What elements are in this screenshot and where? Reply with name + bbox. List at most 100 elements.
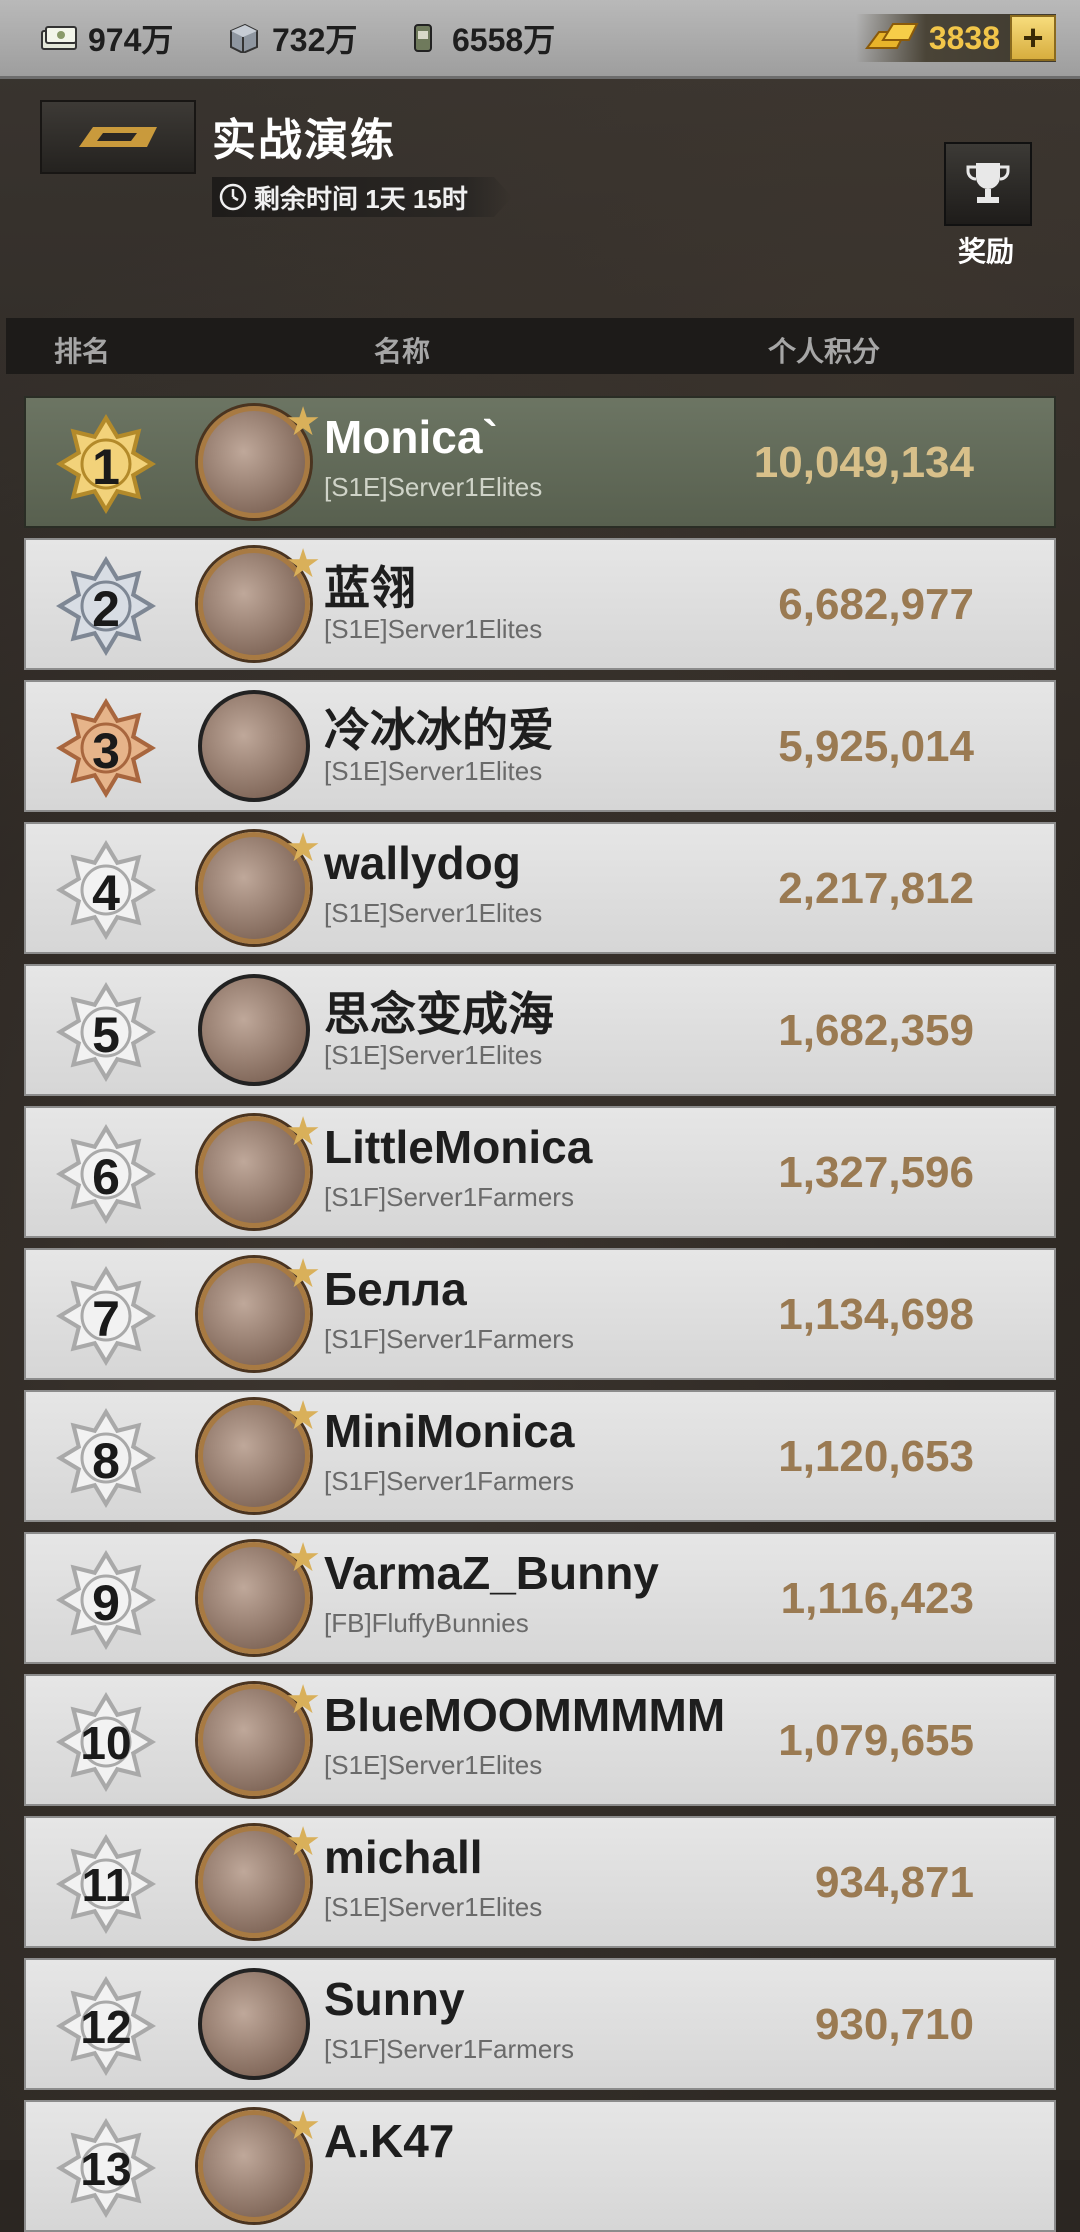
player-score: 1,120,653 xyxy=(778,1432,974,1481)
rank-number: 11 xyxy=(81,1859,131,1911)
gold-value: 3838 xyxy=(928,19,1000,56)
rank-number: 12 xyxy=(80,2001,132,2053)
rank-badge-icon: 11 xyxy=(54,1832,158,1936)
clock-icon xyxy=(218,182,248,212)
player-name: LittleMonica xyxy=(324,1121,593,1173)
rank-badge-icon: 4 xyxy=(54,838,158,942)
player-avatar[interactable]: ★ xyxy=(198,826,321,944)
leaderboard-row[interactable]: 11 ★ michall [S1E]Server1Elites 934,871 xyxy=(24,1816,1056,1948)
gold-resource[interactable]: 3838 + xyxy=(856,14,1056,62)
rank-column-label: 排名 xyxy=(54,336,111,367)
leaderboard-row[interactable]: 8 ★ MiniMonica [S1F]Server1Farmers 1,120,653 xyxy=(24,1390,1056,1522)
supplies-resource[interactable]: 6558万 xyxy=(404,14,555,62)
star-icon: ★ xyxy=(285,1110,321,1154)
player-guild: [S1F]Server1Farmers xyxy=(324,1324,574,1354)
rank-number: 4 xyxy=(92,865,120,921)
player-score: 5,925,014 xyxy=(778,722,974,771)
star-icon: ★ xyxy=(285,400,321,444)
leaderboard-row[interactable]: 5 思念变成海 [S1E]Server1Elites 1,682,359 xyxy=(24,964,1056,1096)
add-gold-button[interactable]: + xyxy=(1010,15,1056,61)
rank-badge-icon: 6 xyxy=(54,1122,158,1226)
player-guild: [S1E]Server1Elites xyxy=(324,898,543,928)
player-avatar[interactable] xyxy=(198,974,310,1086)
player-name: 思念变成海 xyxy=(324,988,554,1040)
rank-number: 10 xyxy=(80,1717,132,1769)
rank-number: 7 xyxy=(92,1291,120,1347)
player-avatar[interactable] xyxy=(198,1968,310,2080)
player-score: 2,217,812 xyxy=(778,864,974,913)
rank-badge-icon: 5 xyxy=(54,980,158,1084)
leaderboard-row[interactable]: 12 Sunny [S1F]Server1Farmers 930,710 xyxy=(24,1958,1056,2090)
star-icon: ★ xyxy=(285,1536,321,1580)
player-guild: [S1E]Server1Elites xyxy=(324,756,543,786)
player-guild: [FB]FluffyBunnies xyxy=(324,1608,529,1638)
rank-badge-icon: 2 xyxy=(54,554,158,658)
player-avatar[interactable]: ★ xyxy=(198,1252,321,1370)
player-score: 934,871 xyxy=(814,1858,974,1907)
leaderboard-row[interactable]: 3 冷冰冰的爱 [S1E]Server1Elites 5,925,014 xyxy=(24,680,1056,812)
rank-badge-icon: 13 xyxy=(54,2116,158,2220)
player-name: Белла xyxy=(324,1263,467,1315)
steel-icon xyxy=(224,23,264,53)
player-score: 1,079,655 xyxy=(778,1716,974,1765)
rank-badge-icon: 7 xyxy=(54,1264,158,1368)
reward-label: 奖励 xyxy=(957,236,1014,267)
player-avatar[interactable]: ★ xyxy=(198,2104,321,2222)
player-score: 1,116,423 xyxy=(780,1574,974,1623)
remaining-time: 剩余时间 1天 15时 xyxy=(212,177,512,217)
player-name: Sunny xyxy=(324,1973,465,2025)
rank-badge-icon: 10 xyxy=(54,1690,158,1794)
leaderboard-row[interactable]: 7 ★ Белла [S1F]Server1Farmers 1,134,698 xyxy=(24,1248,1056,1380)
player-guild: [S1E]Server1Elites xyxy=(324,1040,543,1070)
leaderboard-row[interactable]: 4 ★ wallydog [S1E]Server1Elites 2,217,812 xyxy=(24,822,1056,954)
rank-number: 3 xyxy=(92,723,120,779)
steel-value: 732万 xyxy=(272,22,358,58)
leaderboard-row[interactable]: 9 ★ VarmaZ_Bunny [FB]FluffyBunnies 1,116,423 xyxy=(24,1532,1056,1664)
rank-number: 13 xyxy=(80,2143,132,2195)
star-icon: ★ xyxy=(285,826,321,870)
player-name: michall xyxy=(324,1831,483,1883)
star-icon: ★ xyxy=(285,1820,321,1864)
cash-value: 974万 xyxy=(88,22,174,58)
player-guild: [S1F]Server1Farmers xyxy=(324,2034,574,2064)
player-guild: [S1E]Server1Elites xyxy=(324,1750,543,1780)
event-emblem-icon xyxy=(79,127,157,147)
steel-resource[interactable]: 732万 xyxy=(224,14,357,62)
rank-number: 2 xyxy=(92,581,120,637)
rank-number: 8 xyxy=(92,1433,120,1489)
player-avatar[interactable] xyxy=(198,690,310,802)
rank-badge-icon: 9 xyxy=(54,1548,158,1652)
cash-resource[interactable]: 974万 xyxy=(40,14,173,62)
star-icon: ★ xyxy=(285,1252,321,1296)
remaining-time-text: 剩余时间 1天 15时 xyxy=(254,183,468,214)
player-score: 1,682,359 xyxy=(778,1006,974,1055)
supplies-icon xyxy=(404,23,444,53)
reward-button[interactable] xyxy=(944,142,1032,226)
score-column-label: 个人积分 xyxy=(768,336,881,367)
player-avatar[interactable]: ★ xyxy=(198,1820,321,1938)
star-icon: ★ xyxy=(285,542,321,586)
player-avatar[interactable]: ★ xyxy=(198,542,321,660)
name-column-label: 名称 xyxy=(374,336,431,367)
player-score: 1,327,596 xyxy=(778,1148,974,1197)
page-title: 实战演练 xyxy=(212,116,396,165)
star-icon: ★ xyxy=(285,2104,321,2148)
leaderboard-row[interactable]: 2 ★ 蓝翎 [S1E]Server1Elites 6,682,977 xyxy=(24,538,1056,670)
leaderboard-row[interactable]: 6 ★ LittleMonica [S1F]Server1Farmers 1,327,5… xyxy=(24,1106,1056,1238)
leaderboard-row[interactable]: 1 ★ Monica` [S1E]Server1Elites 10,049,134 xyxy=(24,396,1056,528)
player-guild: [S1E]Server1Elites xyxy=(324,614,543,644)
player-score: 930,710 xyxy=(814,2000,974,2049)
player-score: 6,682,977 xyxy=(778,580,974,629)
leaderboard-row[interactable]: 10 ★ BlueMOOMMMMM [S1E]Server1Elites 1,079,6… xyxy=(24,1674,1056,1806)
player-guild: [S1E]Server1Elites xyxy=(324,472,543,502)
player-avatar[interactable]: ★ xyxy=(198,1536,321,1654)
player-name: VarmaZ_Bunny xyxy=(324,1547,659,1599)
player-avatar[interactable]: ★ xyxy=(198,1678,321,1796)
player-name: 冷冰冰的爱 xyxy=(324,704,554,756)
player-avatar[interactable]: ★ xyxy=(198,1394,321,1512)
supplies-value: 6558万 xyxy=(452,22,556,58)
player-avatar[interactable]: ★ xyxy=(198,1110,321,1228)
player-score: 10,049,134 xyxy=(753,438,974,487)
player-avatar[interactable]: ★ xyxy=(198,400,321,518)
leaderboard-row[interactable]: 13 ★ A.K47 xyxy=(24,2100,1056,2232)
